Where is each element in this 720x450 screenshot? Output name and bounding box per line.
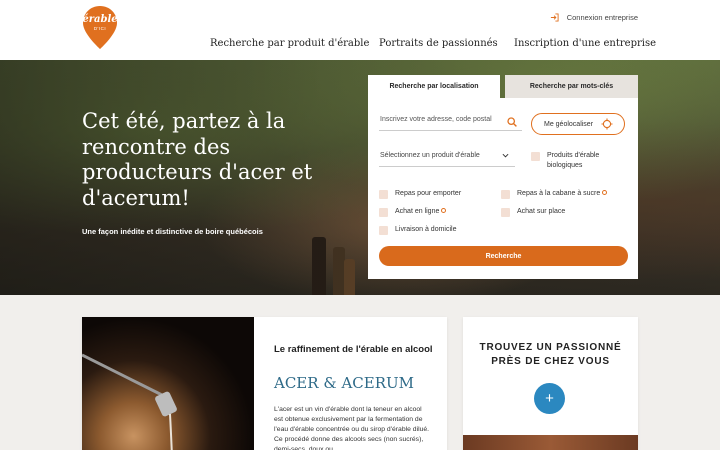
product-select[interactable]: Sélectionnez un produit d'érable xyxy=(379,145,515,167)
nav-item-business-registration[interactable]: Inscription d'une entreprise xyxy=(514,38,656,49)
nav-item-product-search[interactable]: Recherche par produit d'érable xyxy=(210,38,369,49)
tab-keyword-search[interactable]: Recherche par mots-clés xyxy=(505,75,638,98)
search-form: Inscrivez votre adresse, code postal Me … xyxy=(368,98,638,279)
chevron-down-icon xyxy=(502,153,509,158)
checkbox-label: Livraison à domicile xyxy=(395,226,457,233)
pouring-photo xyxy=(82,317,254,450)
feature-text: L'acer est un vin d'érable dont la teneu… xyxy=(274,406,430,450)
product-select-value: Sélectionnez un produit d'érable xyxy=(380,152,480,159)
logo[interactable]: érable D'ICI xyxy=(82,5,118,50)
nav-item-portraits[interactable]: Portraits de passionnés xyxy=(379,38,498,49)
geolocate-label: Me géolocaliser xyxy=(544,120,594,128)
address-input[interactable]: Inscrivez votre adresse, code postal xyxy=(379,109,522,131)
crosshair-icon xyxy=(601,118,613,130)
page: érable D'ICI Connexion entreprise Recher… xyxy=(0,0,720,450)
feature-card[interactable]: Le raffinement de l'érable en alcool ACE… xyxy=(82,317,447,450)
checkbox-sugar-shack[interactable]: Repas à la cabane à sucre xyxy=(501,189,608,199)
organic-checkbox[interactable]: Produits d'érable biologiques xyxy=(531,151,631,171)
hero-subtitle: Une façon inédite et distinctive de boir… xyxy=(82,227,263,236)
geolocate-button[interactable]: Me géolocaliser xyxy=(531,113,625,135)
finder-card: TROUVEZ UN PASSIONNÉ PRÈS DE CHEZ VOUS + xyxy=(463,317,638,450)
checkbox-label: Achat sur place xyxy=(517,208,566,215)
checkbox-box[interactable] xyxy=(501,189,510,199)
logo-wordmark: érable xyxy=(82,14,118,25)
login-label: Connexion entreprise xyxy=(566,13,638,22)
logo-subtitle: D'ICI xyxy=(93,26,107,31)
checkbox-box[interactable] xyxy=(501,207,510,217)
checkbox-label: Repas pour emporter xyxy=(395,190,462,197)
info-icon[interactable] xyxy=(602,190,608,195)
search-icon[interactable] xyxy=(507,117,517,127)
checkbox-box[interactable] xyxy=(379,225,388,235)
checkbox-box[interactable] xyxy=(531,151,540,161)
checkbox-on-site-purchase[interactable]: Achat sur place xyxy=(501,207,565,217)
finder-title: TROUVEZ UN PASSIONNÉ PRÈS DE CHEZ VOUS xyxy=(479,342,622,367)
feature-title: ACER & ACERUM xyxy=(274,374,414,392)
checkbox-online-purchase[interactable]: Achat en ligne xyxy=(379,207,447,217)
organic-label: Produits d'érable biologiques xyxy=(547,152,600,169)
finder-image xyxy=(463,435,638,450)
checkbox-box[interactable] xyxy=(379,207,388,217)
checkbox-label: Repas à la cabane à sucre xyxy=(517,190,601,197)
add-button[interactable]: + xyxy=(534,383,565,414)
search-submit-button[interactable]: Recherche xyxy=(379,246,628,266)
hero-title: Cet été, partez à la rencontre des produ… xyxy=(82,109,313,210)
plus-icon: + xyxy=(545,390,554,407)
checkbox-label: Achat en ligne xyxy=(395,208,440,215)
login-link[interactable]: Connexion entreprise xyxy=(550,13,638,22)
checkbox-home-delivery[interactable]: Livraison à domicile xyxy=(379,225,456,235)
site-header: érable D'ICI Connexion entreprise Recher… xyxy=(0,0,720,60)
search-panel: Recherche par localisation Recherche par… xyxy=(368,75,638,279)
tab-location-search[interactable]: Recherche par localisation xyxy=(368,75,500,98)
checkbox-takeout[interactable]: Repas pour emporter xyxy=(379,189,461,199)
checkbox-box[interactable] xyxy=(379,189,388,199)
feature-kicker: Le raffinement de l'érable en alcool xyxy=(274,344,433,355)
info-icon[interactable] xyxy=(441,208,447,213)
pouring-illustration xyxy=(82,353,177,450)
login-icon xyxy=(550,13,559,22)
